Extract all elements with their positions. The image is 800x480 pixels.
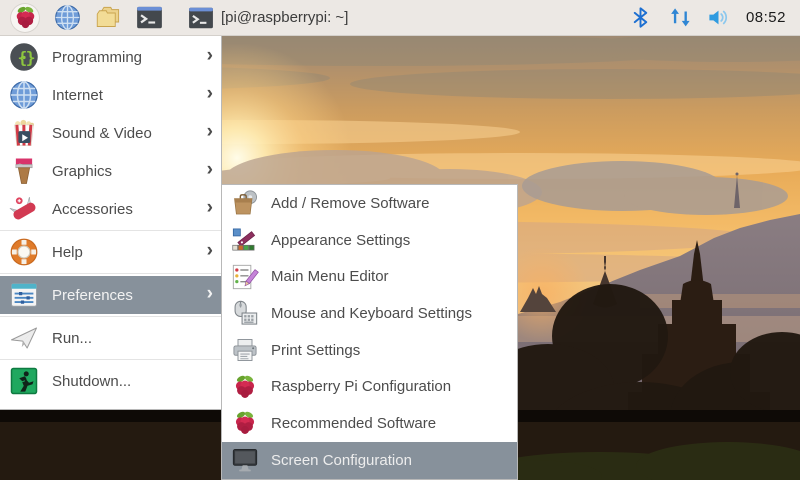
software-bag-disc-icon (231, 189, 259, 217)
submenu-item-label: Appearance Settings (271, 232, 507, 249)
submenu-item-label: Add / Remove Software (271, 195, 507, 212)
programming-icon: { } (9, 42, 39, 72)
submenu-item-label: Recommended Software (271, 415, 507, 432)
menu-item-shutdown[interactable]: Shutdown... (0, 362, 221, 400)
volume-icon[interactable] (707, 6, 730, 29)
menu-separator (0, 316, 221, 317)
menu-item-sound-video[interactable]: Sound & Video › (0, 114, 221, 152)
menu-separator (0, 230, 221, 231)
submenu-item-screen-configuration[interactable]: Screen Configuration (222, 442, 517, 479)
task-button-terminal-window[interactable]: [pi@raspberrypi: ~] (182, 3, 354, 33)
submenu-item-print-settings[interactable]: Print Settings (222, 332, 517, 369)
menu-item-help[interactable]: Help › (0, 233, 221, 271)
clock[interactable]: 08:52 (746, 9, 786, 26)
internet-globe-icon (9, 80, 39, 110)
bluetooth-icon[interactable] (629, 6, 652, 29)
folders-icon (95, 4, 122, 31)
submenu-arrow-icon: › (207, 46, 213, 68)
menu-separator (0, 273, 221, 274)
preferences-submenu: Add / Remove Software Appearance Setting… (221, 184, 518, 480)
submenu-item-label: Raspberry Pi Configuration (271, 378, 507, 395)
submenu-item-mouse-keyboard-settings[interactable]: Mouse and Keyboard Settings (222, 295, 517, 332)
raspberry-icon (12, 4, 39, 31)
raspberry-icon (231, 373, 259, 401)
menu-item-label: Run... (52, 330, 213, 347)
monitor-icon (231, 446, 259, 474)
submenu-arrow-icon: › (207, 198, 213, 220)
terminal-icon (136, 4, 163, 31)
menu-item-preferences[interactable]: Preferences › (0, 276, 221, 314)
popcorn-media-icon (9, 118, 39, 148)
submenu-item-recommended-software[interactable]: Recommended Software (222, 405, 517, 442)
taskbar-tray: 08:52 (629, 6, 790, 29)
menu-item-label: Programming (52, 49, 194, 66)
svg-text:}: } (26, 48, 36, 67)
menu-item-label: Accessories (52, 201, 194, 218)
menu-item-label: Sound & Video (52, 125, 194, 142)
paintbrush-icon (9, 156, 39, 186)
browser-launcher[interactable] (53, 4, 81, 32)
submenu-item-add-remove-software[interactable]: Add / Remove Software (222, 185, 517, 222)
paper-plane-icon (9, 323, 39, 353)
menu-item-run[interactable]: Run... (0, 319, 221, 357)
color-swatches-icon (231, 226, 259, 254)
taskbar-launchers: [pi@raspberrypi: ~] (10, 3, 354, 33)
list-pencil-icon (231, 263, 259, 291)
menu-item-accessories[interactable]: Accessories › (0, 190, 221, 228)
menu-item-label: Graphics (52, 163, 194, 180)
submenu-arrow-icon: › (207, 284, 213, 306)
file-manager-launcher[interactable] (94, 4, 122, 32)
terminal-launcher[interactable] (135, 4, 163, 32)
mouse-keyboard-icon (231, 299, 259, 327)
submenu-item-label: Mouse and Keyboard Settings (271, 305, 507, 322)
menu-button[interactable] (10, 3, 40, 33)
submenu-item-label: Main Menu Editor (271, 268, 507, 285)
submenu-item-raspberry-pi-configuration[interactable]: Raspberry Pi Configuration (222, 368, 517, 405)
lifebuoy-icon (9, 237, 39, 267)
submenu-arrow-icon: › (207, 160, 213, 182)
printer-icon (231, 336, 259, 364)
menu-item-label: Shutdown... (52, 373, 213, 390)
taskbar: [pi@raspberrypi: ~] 08:52 (0, 0, 800, 36)
swiss-army-knife-icon (9, 194, 39, 224)
application-menu: { } Programming › Internet › (0, 36, 222, 410)
globe-icon (54, 4, 81, 31)
exit-sign-icon (9, 366, 39, 396)
network-arrows-icon[interactable] (668, 6, 691, 29)
settings-window-icon (9, 280, 39, 310)
menu-item-label: Help (52, 244, 194, 261)
submenu-arrow-icon: › (207, 241, 213, 263)
submenu-arrow-icon: › (207, 122, 213, 144)
menu-item-label: Internet (52, 87, 194, 104)
menu-separator (0, 359, 221, 360)
submenu-arrow-icon: › (207, 84, 213, 106)
menu-item-graphics[interactable]: Graphics › (0, 152, 221, 190)
raspberry-icon (231, 409, 259, 437)
task-button-label: [pi@raspberrypi: ~] (221, 9, 348, 26)
submenu-item-main-menu-editor[interactable]: Main Menu Editor (222, 258, 517, 295)
submenu-item-label: Print Settings (271, 342, 507, 359)
submenu-item-appearance-settings[interactable]: Appearance Settings (222, 222, 517, 259)
menu-item-label: Preferences (52, 287, 194, 304)
desktop: [pi@raspberrypi: ~] 08:52 (0, 0, 800, 480)
terminal-icon (188, 5, 214, 31)
menu-item-internet[interactable]: Internet › (0, 76, 221, 114)
menu-item-programming[interactable]: { } Programming › (0, 38, 221, 76)
submenu-item-label: Screen Configuration (271, 452, 507, 469)
